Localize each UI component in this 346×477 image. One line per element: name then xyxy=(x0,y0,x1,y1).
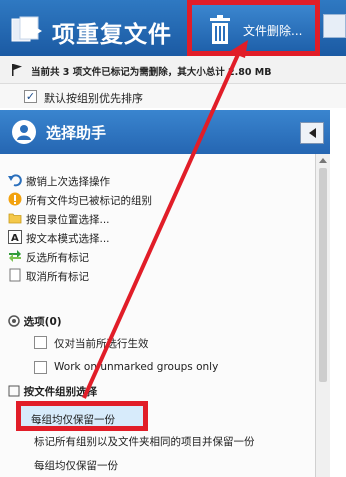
options-section-title[interactable]: 选项(0) xyxy=(8,314,62,329)
scroll-up-arrow-icon[interactable] xyxy=(319,158,327,163)
selection-assistant-panel: 撤销上次选择操作 所有文件均已被标记的组别 按目录位置选择... A 按文本模式… xyxy=(0,154,330,477)
trash-icon xyxy=(210,15,230,44)
page-icon xyxy=(9,268,21,282)
text-a-icon: A xyxy=(8,230,22,244)
folder-icon xyxy=(8,213,22,224)
delete-files-button[interactable]: 文件删除... xyxy=(187,0,320,56)
marked-files-summary: 当前共 3 项文件已标记为需删除，其大小总计 2.80 MB xyxy=(31,67,272,78)
undo-icon xyxy=(8,174,22,187)
scrollbar-thumb[interactable] xyxy=(319,168,327,382)
flag-icon xyxy=(12,64,22,76)
chevron-left-icon xyxy=(309,128,316,138)
keep-one-per-group[interactable]: 每组均仅保留一份 xyxy=(34,458,118,473)
sort-by-group-checkbox[interactable]: ✓ xyxy=(24,90,37,103)
title-bar: 项重复文件 文件删除... xyxy=(0,0,346,56)
sort-option-row: ✓ 默认按组别优先排序 xyxy=(0,84,346,108)
selection-assistant-header: 选择助手 xyxy=(0,110,330,154)
page-title: 项重复文件 xyxy=(52,22,172,48)
current-selection-only-checkbox[interactable] xyxy=(34,336,47,349)
invert-arrows-icon xyxy=(9,250,21,262)
assistant-title: 选择助手 xyxy=(46,124,107,142)
svg-text:A: A xyxy=(11,233,19,244)
delete-button-label: 文件删除... xyxy=(243,24,303,38)
group-selection-section-title[interactable]: 按文件组别选择 xyxy=(8,384,97,399)
keep-one-per-group-highlighted[interactable]: 每组均仅保留一份 xyxy=(16,401,148,431)
mark-same-folder-keep-one[interactable]: 标记所有组别以及文件夹相同的项目并保留一份 xyxy=(34,434,255,449)
collapse-panel-button[interactable] xyxy=(300,122,324,144)
group-icon xyxy=(8,385,20,397)
gear-icon xyxy=(8,315,20,327)
unmarked-groups-only-checkbox[interactable] xyxy=(34,361,47,374)
vertical-scrollbar[interactable] xyxy=(315,154,330,477)
duplicate-files-icon xyxy=(11,16,42,42)
assistant-user-icon xyxy=(12,120,36,144)
status-bar: 当前共 3 项文件已标记为需删除，其大小总计 2.80 MB xyxy=(0,56,346,84)
warning-icon xyxy=(8,192,22,206)
window-control-button[interactable] xyxy=(323,14,346,38)
sort-by-group-label: 默认按组别优先排序 xyxy=(44,92,143,105)
